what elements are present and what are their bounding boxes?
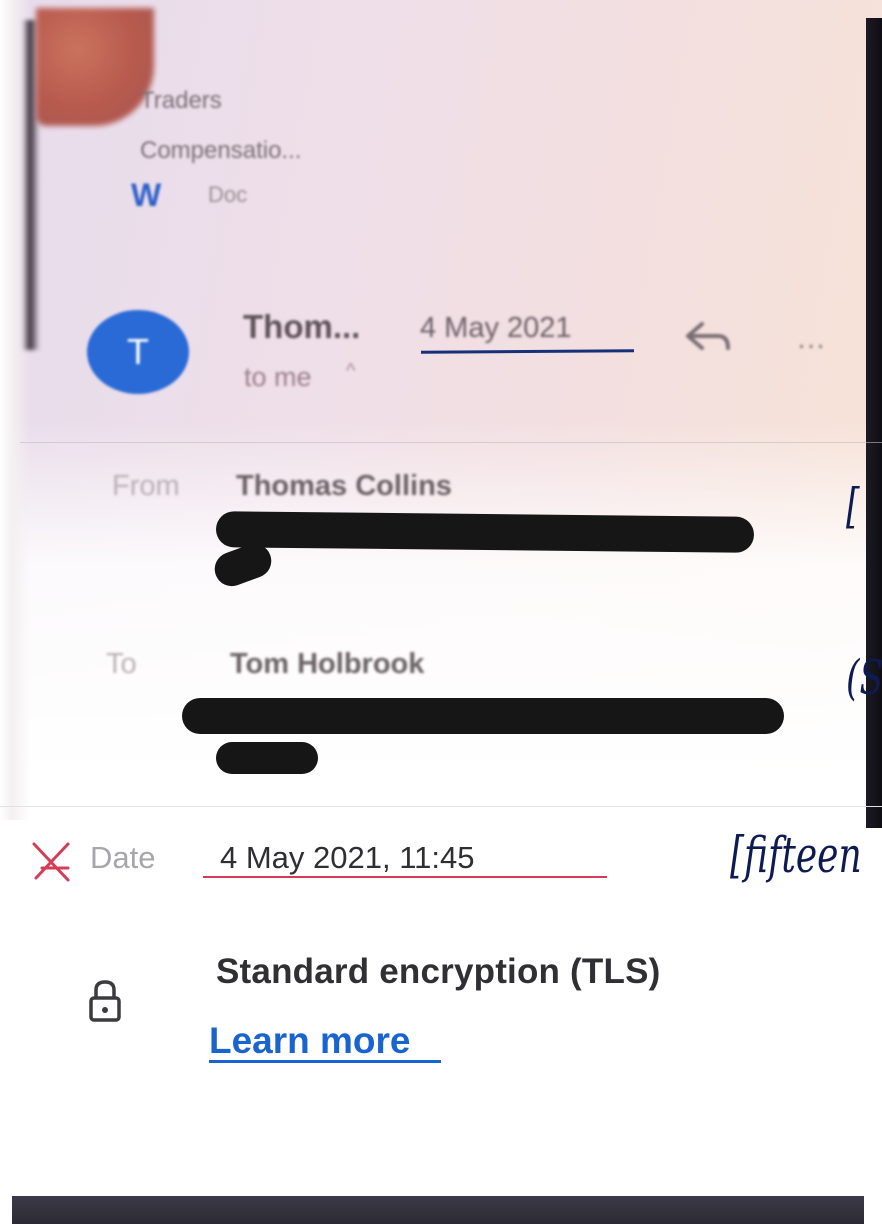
redaction-mark (182, 698, 784, 734)
date-pen-underline (420, 349, 635, 354)
date-value: 4 May 2021, 11:45 (220, 840, 475, 875)
attachment-title[interactable]: Traders Compensatio... (140, 76, 301, 176)
phone-bezel-bottom (12, 1196, 864, 1224)
reply-icon[interactable] (682, 318, 732, 358)
redaction-mark (215, 511, 755, 553)
attachment-type-label: Doc (208, 182, 248, 207)
to-label: To (106, 648, 137, 680)
word-doc-icon: W (131, 177, 162, 213)
date-red-underline (203, 876, 607, 878)
header-date: 4 May 2021 (420, 312, 572, 344)
phone-bezel-right (866, 18, 882, 828)
handwritten-note-date: [fifteen (730, 826, 862, 884)
sender-avatar[interactable]: T (87, 310, 189, 394)
red-cross-mark (32, 842, 70, 882)
redaction-mark (216, 742, 318, 774)
learn-more-underline (209, 1060, 441, 1063)
date-label: Date (90, 840, 156, 875)
to-name: Tom Holbrook (230, 648, 425, 680)
sender-name-short[interactable]: Thom... (243, 308, 360, 346)
from-label: From (112, 470, 180, 502)
finger-blur (36, 8, 154, 126)
handwritten-note-from: [ (846, 478, 860, 534)
photographed-screen: Traders Compensatio... W Doc T Thom... 4… (0, 0, 882, 1224)
learn-more-link[interactable]: Learn more (209, 1020, 411, 1062)
attachment-title-line2: Compensatio... (140, 137, 302, 164)
header-divider (20, 442, 882, 443)
chevron-up-icon[interactable]: ^ (346, 360, 355, 383)
attachment-title-line1: Traders (140, 87, 222, 114)
lock-icon (89, 980, 121, 1022)
encryption-status: Standard encryption (TLS) (216, 952, 661, 991)
details-divider (0, 806, 882, 807)
from-name: Thomas Collins (236, 470, 452, 502)
handwritten-note-to: (S (846, 650, 882, 706)
more-options-icon[interactable]: … (796, 322, 827, 356)
recipient-summary[interactable]: to me (244, 362, 312, 393)
